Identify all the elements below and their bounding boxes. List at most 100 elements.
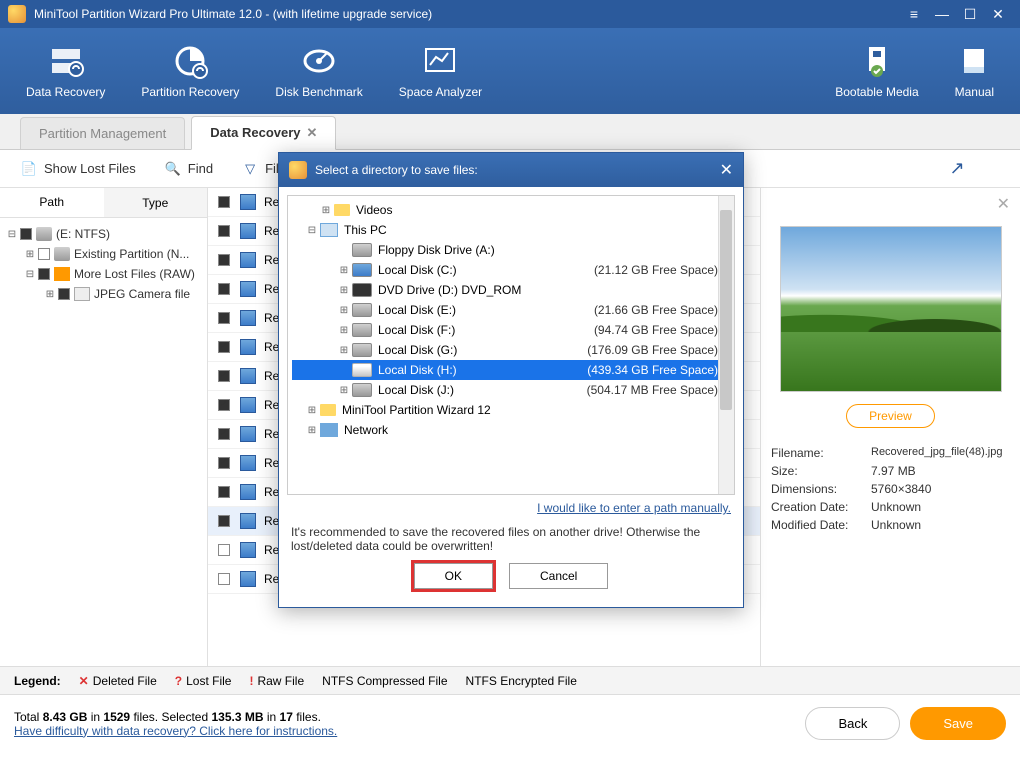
network-icon bbox=[320, 423, 338, 437]
subtab-type[interactable]: Type bbox=[104, 188, 208, 217]
directory-item[interactable]: ⊞ Local Disk (E:) (21.66 GB Free Space) bbox=[292, 300, 730, 320]
menu-icon[interactable]: ≡ bbox=[900, 6, 928, 22]
checkbox[interactable] bbox=[218, 283, 230, 295]
legend-ntfs-encrypted: NTFS Encrypted File bbox=[466, 674, 577, 688]
tree-existing-partition[interactable]: ⊞Existing Partition (N... bbox=[4, 244, 203, 264]
expand-icon[interactable]: ⊞ bbox=[44, 289, 56, 300]
export-button[interactable]: ↗ bbox=[948, 160, 972, 178]
back-button[interactable]: Back bbox=[805, 707, 900, 740]
expand-icon[interactable]: ⊞ bbox=[338, 285, 350, 296]
bootable-media-button[interactable]: Bootable Media bbox=[817, 37, 936, 105]
scrollbar-thumb[interactable] bbox=[720, 210, 732, 410]
scrollbar[interactable] bbox=[718, 196, 734, 494]
maximize-icon[interactable]: ☐ bbox=[956, 6, 984, 23]
close-preview-icon[interactable]: ✕ bbox=[997, 194, 1010, 214]
expand-icon[interactable]: ⊞ bbox=[338, 345, 350, 356]
manual-button[interactable]: Manual bbox=[937, 37, 1012, 105]
legend-ntfs-compressed: NTFS Compressed File bbox=[322, 674, 447, 688]
dialog-close-icon[interactable]: ✕ bbox=[720, 160, 733, 180]
expand-icon[interactable]: ⊞ bbox=[338, 325, 350, 336]
checkbox[interactable] bbox=[58, 288, 70, 300]
directory-item[interactable]: Local Disk (H:) (439.34 GB Free Space) bbox=[292, 360, 730, 380]
help-link[interactable]: Have difficulty with data recovery? Clic… bbox=[14, 724, 795, 738]
expand-icon[interactable]: ⊞ bbox=[320, 205, 332, 216]
directory-item[interactable]: ⊞ Local Disk (G:) (176.09 GB Free Space) bbox=[292, 340, 730, 360]
legend-lost: ?Lost File bbox=[175, 674, 232, 688]
collapse-icon[interactable]: ⊟ bbox=[6, 229, 18, 240]
find-button[interactable]: 🔍Find bbox=[164, 160, 213, 178]
subtabs: Path Type bbox=[0, 188, 207, 218]
expand-icon[interactable]: ⊞ bbox=[24, 249, 36, 260]
tree-root[interactable]: ⊟(E: NTFS) bbox=[4, 224, 203, 244]
checkbox[interactable] bbox=[218, 312, 230, 324]
disk-benchmark-button[interactable]: Disk Benchmark bbox=[257, 37, 380, 105]
collapse-icon[interactable]: ⊟ bbox=[306, 225, 318, 236]
manual-path-link[interactable]: I would like to enter a path manually. bbox=[287, 495, 735, 521]
tab-data-recovery[interactable]: Data Recovery✕ bbox=[191, 116, 336, 150]
expand-icon[interactable]: ⊞ bbox=[306, 425, 318, 436]
file-icon bbox=[240, 397, 256, 413]
expand-icon[interactable]: ⊞ bbox=[306, 405, 318, 416]
dvd-drive-icon bbox=[352, 283, 372, 297]
label: Disk Benchmark bbox=[275, 85, 362, 99]
directory-label: Network bbox=[344, 423, 388, 437]
label: Data Recovery bbox=[26, 85, 105, 99]
show-lost-files-button[interactable]: 📄Show Lost Files bbox=[20, 160, 136, 178]
checkbox[interactable] bbox=[218, 254, 230, 266]
directory-item[interactable]: ⊞ Local Disk (C:) (21.12 GB Free Space) bbox=[292, 260, 730, 280]
directory-item[interactable]: ⊞ Videos bbox=[292, 200, 730, 220]
directory-item[interactable]: Floppy Disk Drive (A:) bbox=[292, 240, 730, 260]
drive-icon bbox=[36, 227, 52, 241]
dialog-buttons: OK Cancel bbox=[287, 563, 735, 597]
checkbox[interactable] bbox=[218, 486, 230, 498]
expand-icon[interactable]: ⊞ bbox=[338, 385, 350, 396]
space-analyzer-button[interactable]: Space Analyzer bbox=[381, 37, 500, 105]
directory-item[interactable]: ⊞ Local Disk (F:) (94.74 GB Free Space) bbox=[292, 320, 730, 340]
directory-item[interactable]: ⊞ DVD Drive (D:) DVD_ROM bbox=[292, 280, 730, 300]
checkbox[interactable] bbox=[218, 573, 230, 585]
tree-more-lost-files[interactable]: ⊟More Lost Files (RAW) bbox=[4, 264, 203, 284]
file-icon bbox=[240, 194, 256, 210]
minimize-icon[interactable]: — bbox=[928, 6, 956, 22]
partition-recovery-button[interactable]: Partition Recovery bbox=[123, 37, 257, 105]
cancel-button[interactable]: Cancel bbox=[509, 563, 608, 589]
checkbox[interactable] bbox=[218, 428, 230, 440]
preview-image bbox=[780, 226, 1002, 392]
checkbox[interactable] bbox=[218, 196, 230, 208]
close-tab-icon[interactable]: ✕ bbox=[307, 125, 318, 140]
checkbox[interactable] bbox=[38, 268, 50, 280]
funnel-icon: ▽ bbox=[241, 160, 259, 178]
drive-icon bbox=[352, 383, 372, 397]
expand-icon[interactable]: ⊞ bbox=[338, 265, 350, 276]
file-x-icon: 📄 bbox=[20, 160, 38, 178]
checkbox[interactable] bbox=[218, 457, 230, 469]
checkbox[interactable] bbox=[218, 515, 230, 527]
checkbox[interactable] bbox=[38, 248, 50, 260]
ok-button[interactable]: OK bbox=[414, 563, 493, 589]
tab-partition-management[interactable]: Partition Management bbox=[20, 117, 185, 149]
checkbox[interactable] bbox=[218, 399, 230, 411]
free-space: (21.12 GB Free Space) bbox=[594, 263, 728, 277]
expand-icon[interactable]: ⊞ bbox=[338, 305, 350, 316]
checkbox[interactable] bbox=[218, 341, 230, 353]
collapse-icon[interactable]: ⊟ bbox=[24, 269, 36, 280]
totals-text: Total 8.43 GB in 1529 files. Selected 13… bbox=[14, 710, 795, 724]
directory-item[interactable]: ⊟ This PC bbox=[292, 220, 730, 240]
checkbox[interactable] bbox=[20, 228, 32, 240]
dialog-body: ⊞ Videos ⊟ This PC Floppy Disk Drive (A:… bbox=[279, 187, 743, 607]
close-icon[interactable]: ✕ bbox=[984, 6, 1012, 23]
directory-tree[interactable]: ⊞ Videos ⊟ This PC Floppy Disk Drive (A:… bbox=[287, 195, 735, 495]
tree-jpeg-camera[interactable]: ⊞JPEG Camera file bbox=[4, 284, 203, 304]
checkbox[interactable] bbox=[218, 544, 230, 556]
data-recovery-button[interactable]: Data Recovery bbox=[8, 37, 123, 105]
checkbox[interactable] bbox=[218, 225, 230, 237]
preview-button[interactable]: Preview bbox=[846, 404, 935, 428]
save-button[interactable]: Save bbox=[910, 707, 1006, 740]
disk-benchmark-icon bbox=[301, 43, 337, 79]
directory-item[interactable]: ⊞ Network bbox=[292, 420, 730, 440]
subtab-path[interactable]: Path bbox=[0, 188, 104, 217]
checkbox[interactable] bbox=[218, 370, 230, 382]
partition-recovery-icon bbox=[172, 43, 208, 79]
directory-item[interactable]: ⊞ Local Disk (J:) (504.17 MB Free Space) bbox=[292, 380, 730, 400]
directory-item[interactable]: ⊞ MiniTool Partition Wizard 12 bbox=[292, 400, 730, 420]
